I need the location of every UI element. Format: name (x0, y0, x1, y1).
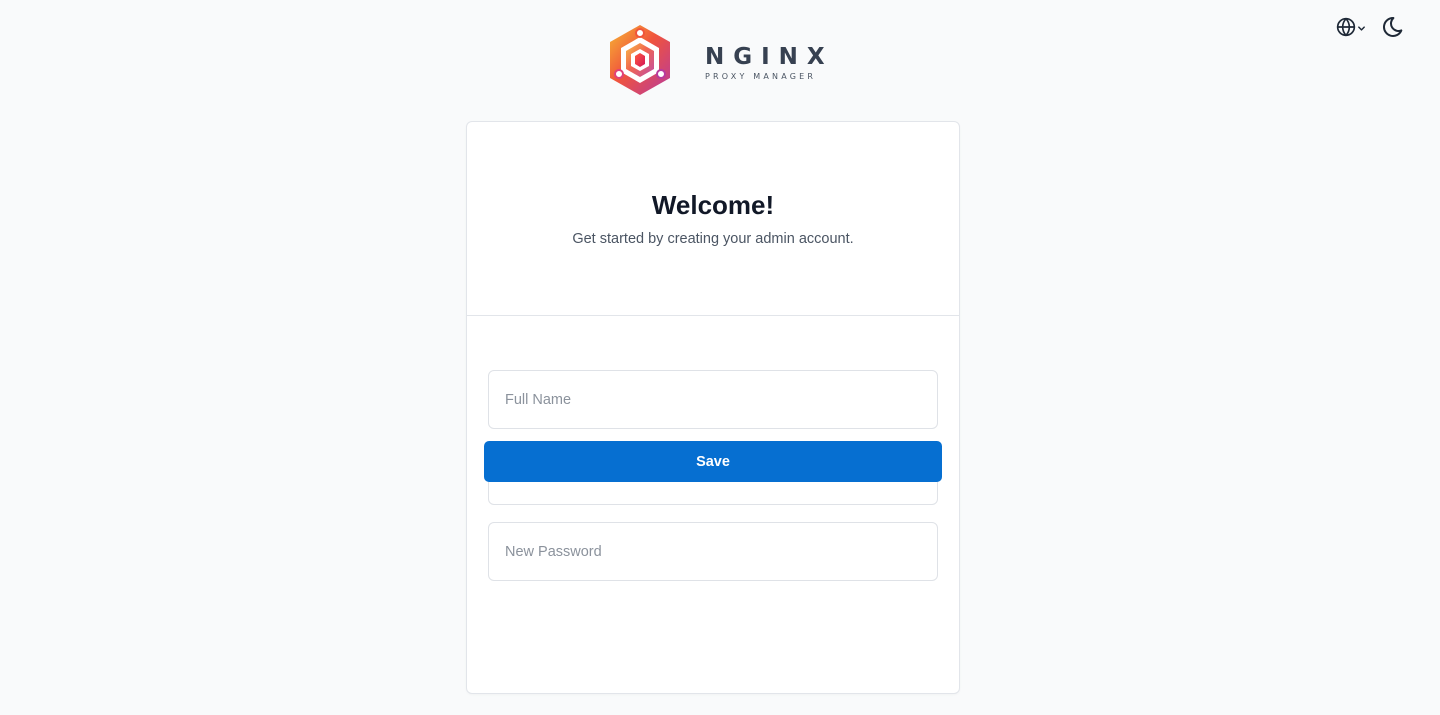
nginx-logo-icon (607, 23, 673, 102)
logo-text: NGINX PROXY MANAGER (705, 44, 834, 81)
globe-icon (1336, 17, 1356, 42)
theme-toggle-button[interactable] (1380, 14, 1406, 44)
logo-title: NGINX (705, 44, 834, 70)
logo-subtitle: PROXY MANAGER (705, 72, 817, 81)
language-dropdown[interactable] (1336, 14, 1366, 44)
app-logo: NGINX PROXY MANAGER (607, 23, 834, 102)
card-header: Welcome! Get started by creating your ad… (467, 122, 959, 316)
top-controls (1336, 14, 1406, 44)
setup-card: Welcome! Get started by creating your ad… (466, 121, 960, 694)
moon-icon (1381, 15, 1405, 44)
new-password-input[interactable] (488, 522, 938, 581)
chevron-down-icon (1357, 20, 1366, 38)
page-subtitle: Get started by creating your admin accou… (572, 231, 854, 247)
full-name-input[interactable] (488, 370, 938, 429)
setup-page: NGINX PROXY MANAGER Welcome! Get started… (0, 0, 1440, 715)
page-title: Welcome! (651, 190, 775, 220)
save-button[interactable]: Save (484, 441, 942, 482)
